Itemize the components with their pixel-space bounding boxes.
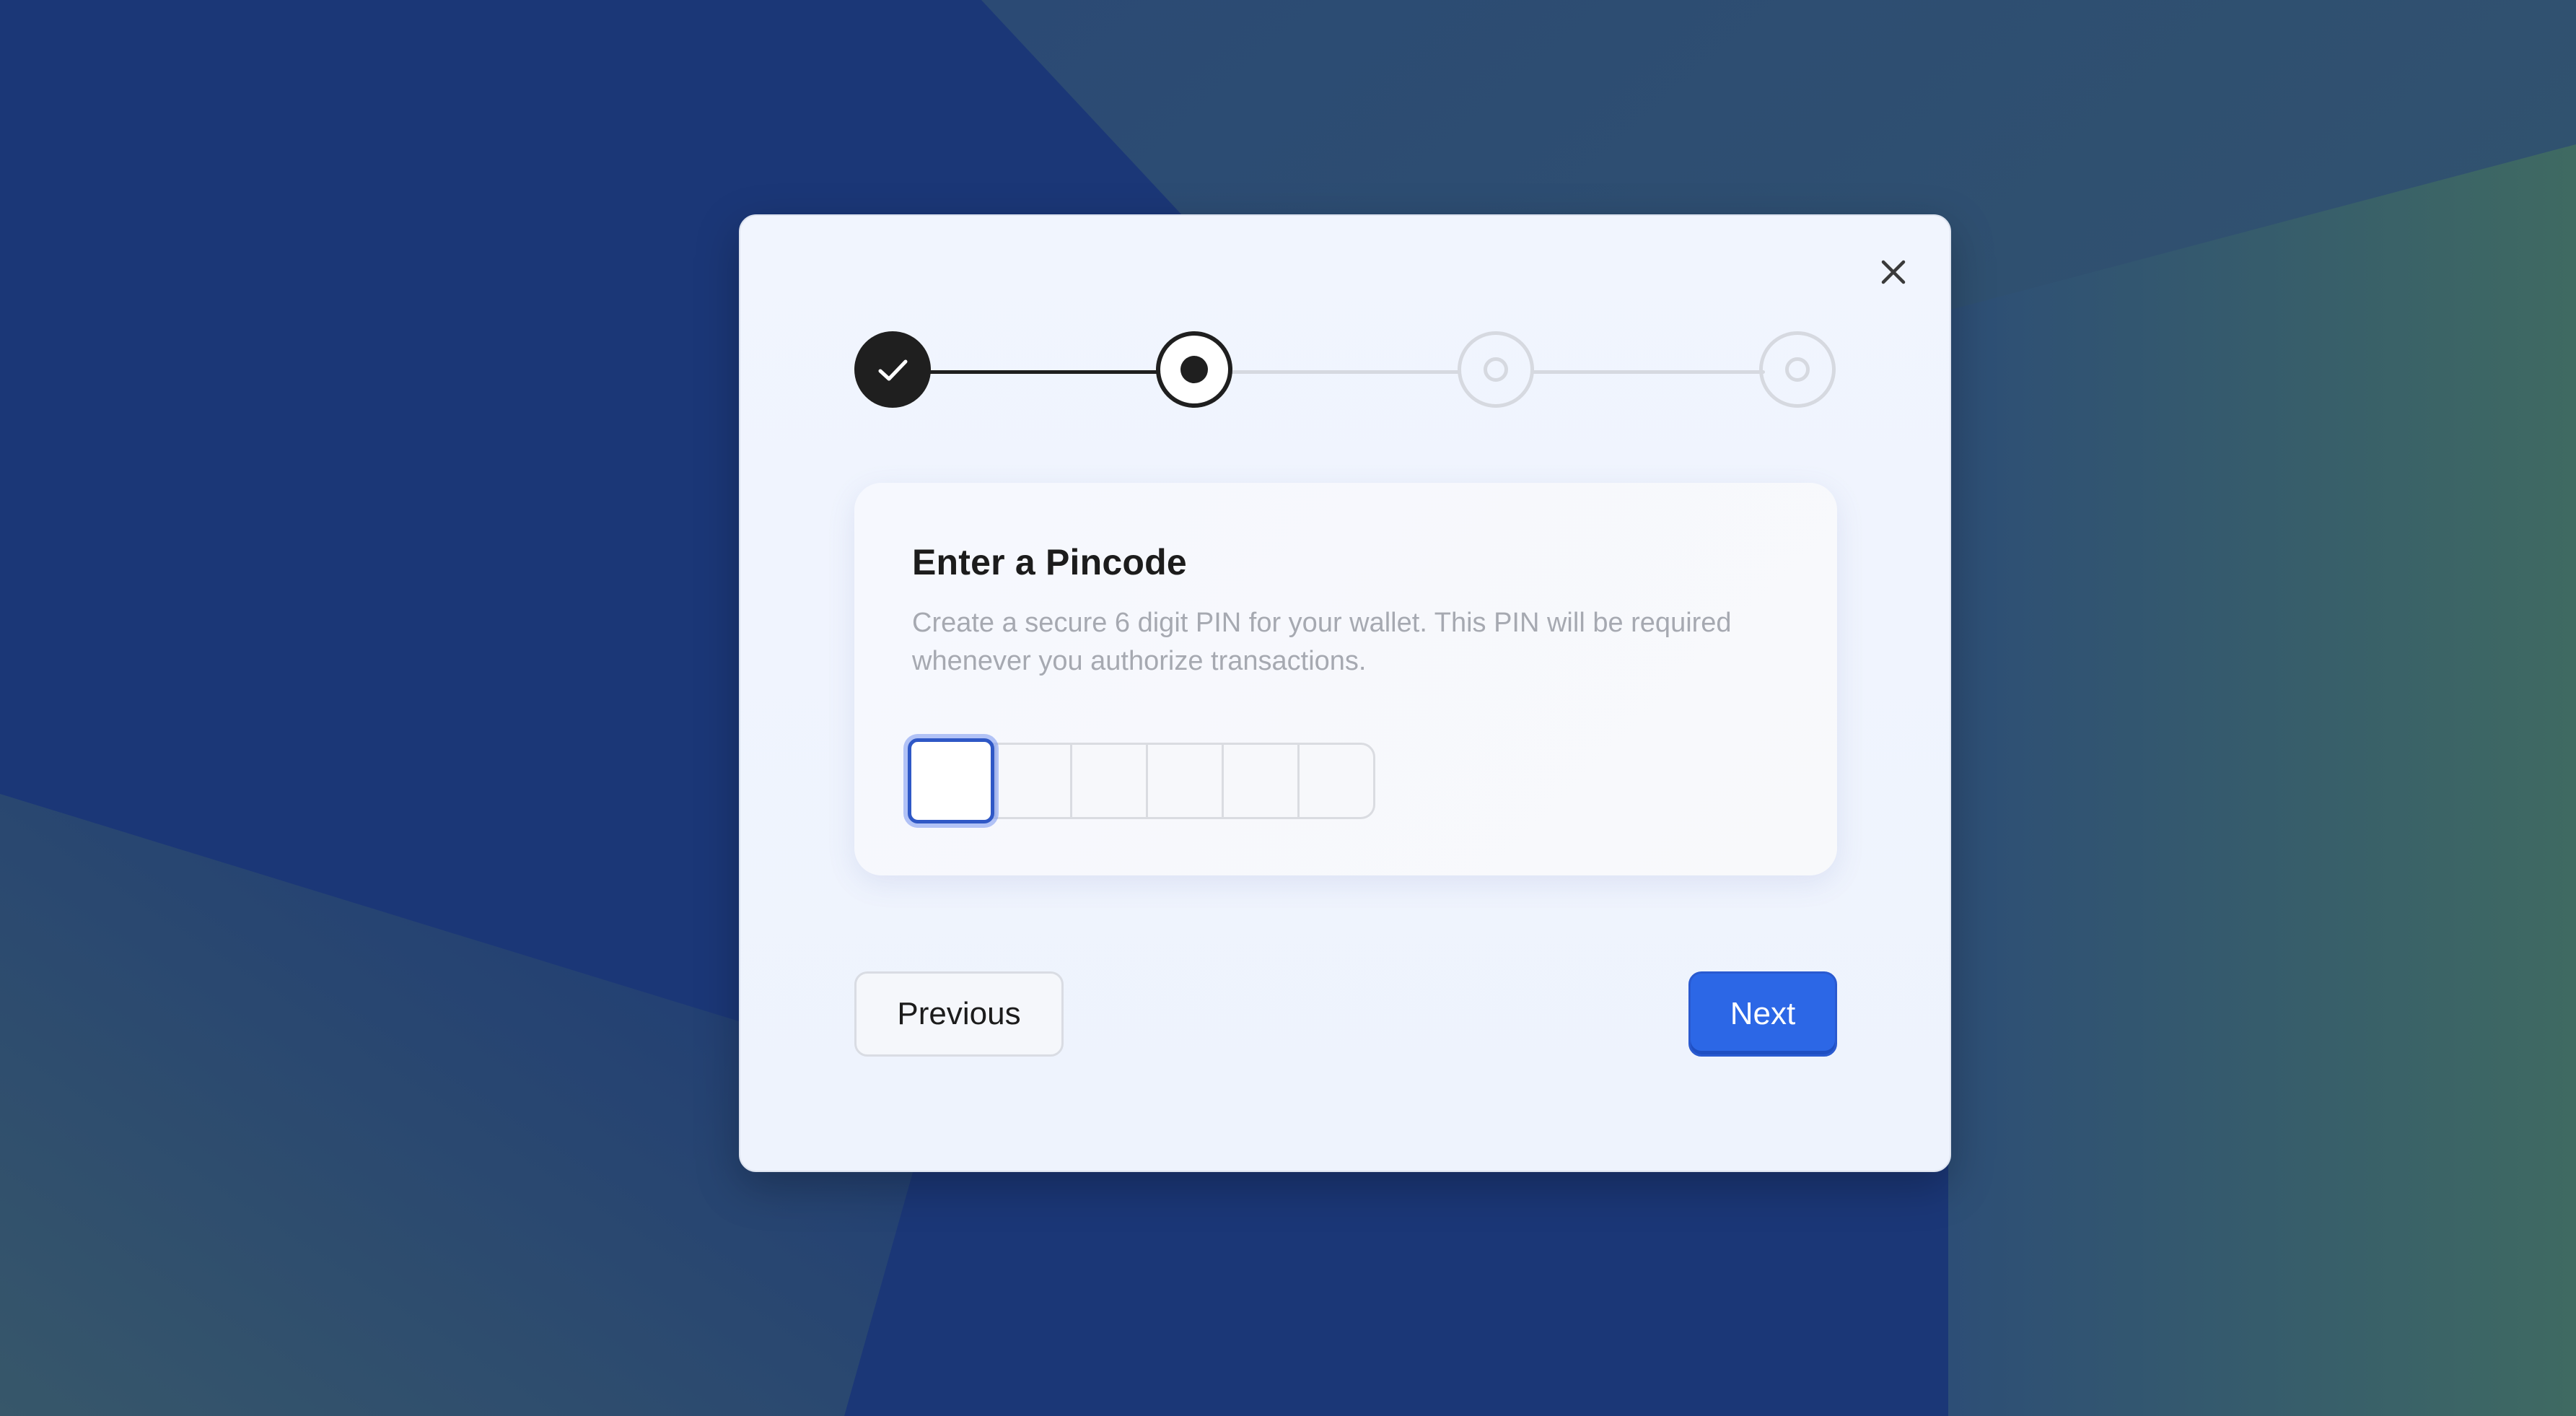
pin-digit-2[interactable] xyxy=(994,745,1070,817)
progress-stepper xyxy=(854,331,1837,411)
ring-icon xyxy=(1785,357,1810,382)
pin-digit-6[interactable] xyxy=(1297,745,1373,817)
step-4-pending xyxy=(1759,331,1836,408)
step-3-pending xyxy=(1458,331,1534,408)
pin-input-group xyxy=(908,738,1375,823)
next-button[interactable]: Next xyxy=(1688,971,1837,1057)
pincode-card: Enter a Pincode Create a secure 6 digit … xyxy=(854,483,1837,875)
dot-icon xyxy=(1180,356,1208,383)
step-connector-completed xyxy=(926,370,1162,374)
previous-button[interactable]: Previous xyxy=(854,971,1064,1057)
previous-button-label: Previous xyxy=(897,996,1021,1031)
card-title: Enter a Pincode xyxy=(912,542,1187,582)
pin-digit-1[interactable] xyxy=(908,738,994,823)
next-button-label: Next xyxy=(1730,996,1796,1031)
step-connector-pending xyxy=(1230,370,1460,374)
step-connector-pending xyxy=(1531,370,1765,374)
step-2-active xyxy=(1156,331,1232,408)
step-1-completed xyxy=(854,331,931,408)
check-icon xyxy=(878,359,908,381)
pin-digit-5[interactable] xyxy=(1222,745,1297,817)
close-icon xyxy=(1881,260,1906,284)
pin-digit-3[interactable] xyxy=(1070,745,1146,817)
ring-icon xyxy=(1484,357,1508,382)
card-description: Create a secure 6 digit PIN for your wal… xyxy=(912,608,1732,676)
pincode-dialog: Enter a Pincode Create a secure 6 digit … xyxy=(739,214,1951,1172)
close-button[interactable] xyxy=(1875,253,1912,291)
pin-digit-4[interactable] xyxy=(1146,745,1222,817)
